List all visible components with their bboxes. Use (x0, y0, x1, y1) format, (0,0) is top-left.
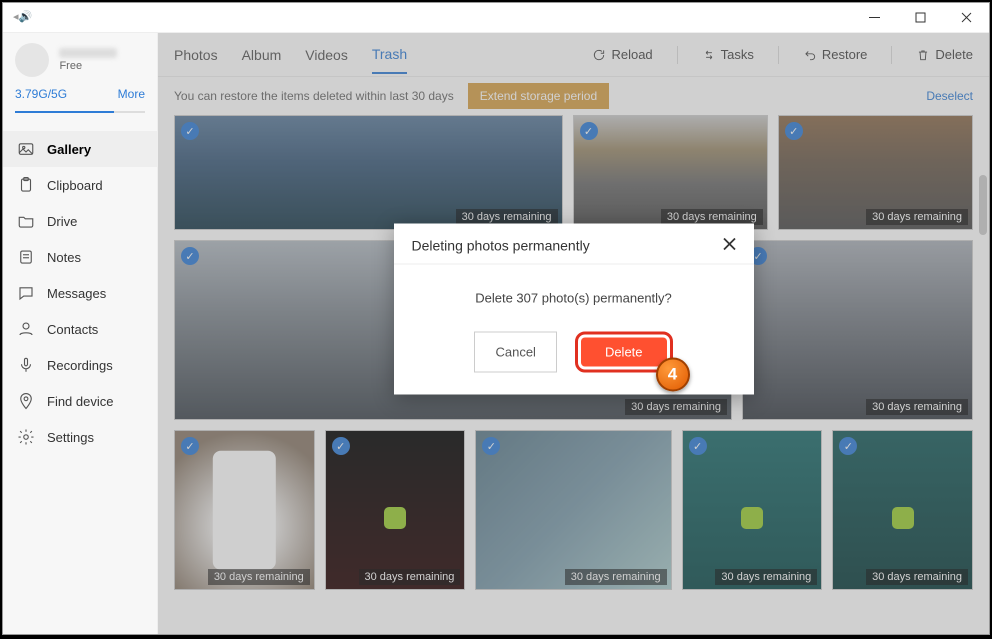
close-window-button[interactable] (943, 3, 989, 33)
photo-thumb[interactable]: ✓ 30 days remaining (174, 115, 563, 230)
remaining-badge: 30 days remaining (456, 209, 558, 225)
cancel-button[interactable]: Cancel (474, 332, 556, 373)
extend-storage-button[interactable]: Extend storage period (468, 83, 609, 109)
notes-icon (17, 248, 35, 266)
sidebar-item-label: Find device (47, 394, 113, 409)
sidebar-item-contacts[interactable]: Contacts (3, 311, 157, 347)
photo-thumb[interactable]: ✓ 30 days remaining (832, 430, 973, 590)
tab-album[interactable]: Album (242, 47, 282, 73)
sidebar-item-gallery[interactable]: Gallery (3, 131, 157, 167)
main-content: Photos Album Videos Trash Reload Tasks R… (158, 33, 989, 634)
sidebar-item-label: Gallery (47, 142, 91, 157)
remaining-badge: 30 days remaining (715, 569, 817, 585)
sidebar-item-label: Notes (47, 250, 81, 265)
deselect-link[interactable]: Deselect (926, 89, 973, 103)
delete-confirm-modal: Deleting photos permanently Delete 307 p… (394, 224, 754, 395)
sidebar-item-drive[interactable]: Drive (3, 203, 157, 239)
check-icon[interactable]: ✓ (839, 437, 857, 455)
sidebar-item-label: Recordings (47, 358, 113, 373)
user-plan: Free (59, 60, 117, 72)
check-icon[interactable]: ✓ (181, 122, 199, 140)
sidebar: Free 3.79G/5G More Gallery Clipboard (3, 33, 158, 634)
sidebar-item-label: Messages (47, 286, 106, 301)
tab-videos[interactable]: Videos (305, 47, 348, 73)
sidebar-item-label: Contacts (47, 322, 98, 337)
photo-thumb[interactable]: ✓ 30 days remaining (325, 430, 466, 590)
photo-thumb[interactable]: ✓ 30 days remaining (778, 115, 973, 230)
step-badge: 4 (656, 358, 690, 392)
remaining-badge: 30 days remaining (866, 569, 968, 585)
sidebar-item-notes[interactable]: Notes (3, 239, 157, 275)
remaining-badge: 30 days remaining (359, 569, 461, 585)
image-icon (17, 140, 35, 158)
tasks-button[interactable]: Tasks (702, 47, 754, 62)
sidebar-item-messages[interactable]: Messages (3, 275, 157, 311)
info-message: You can restore the items deleted within… (174, 89, 454, 103)
user-name (59, 48, 117, 58)
photo-thumb[interactable]: ✓ 30 days remaining (682, 430, 823, 590)
app-window: ◂🔊 Free 3.79G/5G More Gallery (2, 2, 990, 635)
remaining-badge: 30 days remaining (661, 209, 763, 225)
message-icon (17, 284, 35, 302)
check-icon[interactable]: ✓ (181, 247, 199, 265)
sidebar-item-recordings[interactable]: Recordings (3, 347, 157, 383)
storage-usage: 3.79G/5G (15, 87, 67, 101)
check-icon[interactable]: ✓ (181, 437, 199, 455)
speaker-icon: ◂🔊 (13, 10, 32, 23)
sidebar-item-clipboard[interactable]: Clipboard (3, 167, 157, 203)
info-bar: You can restore the items deleted within… (158, 77, 989, 115)
check-icon[interactable]: ✓ (482, 437, 500, 455)
confirm-delete-button[interactable]: Delete (581, 338, 667, 367)
photo-thumb[interactable]: ✓30 days remaining (742, 240, 973, 420)
tab-trash[interactable]: Trash (372, 46, 407, 74)
photo-thumb[interactable]: ✓ 30 days remaining (475, 430, 671, 590)
storage-bar (15, 111, 145, 113)
tabs-row: Photos Album Videos Trash Reload Tasks R… (158, 33, 989, 77)
location-icon (17, 392, 35, 410)
delete-button[interactable]: Delete (916, 47, 973, 62)
scrollbar[interactable] (979, 175, 987, 235)
sidebar-item-label: Drive (47, 214, 77, 229)
check-icon[interactable]: ✓ (332, 437, 350, 455)
storage-more-link[interactable]: More (118, 87, 145, 101)
remaining-badge: 30 days remaining (565, 569, 667, 585)
avatar[interactable] (15, 43, 49, 77)
modal-close-button[interactable] (723, 238, 736, 254)
user-block: Free (3, 33, 157, 83)
delete-highlight: Delete 4 (575, 332, 673, 373)
photo-thumb[interactable]: ✓ 30 days remaining (174, 430, 315, 590)
sidebar-item-label: Clipboard (47, 178, 103, 193)
photo-thumb[interactable]: ✓ 30 days remaining (573, 115, 768, 230)
folder-icon (17, 212, 35, 230)
remaining-badge: 30 days remaining (866, 209, 968, 225)
check-icon[interactable]: ✓ (689, 437, 707, 455)
mic-icon (17, 356, 35, 374)
sidebar-item-settings[interactable]: Settings (3, 419, 157, 455)
reload-button[interactable]: Reload (592, 47, 652, 62)
titlebar: ◂🔊 (3, 3, 989, 33)
remaining-badge: 30 days remaining (625, 399, 727, 415)
remaining-badge: 30 days remaining (866, 399, 968, 415)
user-icon (17, 320, 35, 338)
gear-icon (17, 428, 35, 446)
sidebar-item-find-device[interactable]: Find device (3, 383, 157, 419)
restore-button[interactable]: Restore (803, 47, 868, 62)
modal-title: Deleting photos permanently (412, 238, 590, 254)
check-icon[interactable]: ✓ (785, 122, 803, 140)
modal-body: Delete 307 photo(s) permanently? (394, 265, 754, 332)
maximize-button[interactable] (897, 3, 943, 33)
check-icon[interactable]: ✓ (580, 122, 598, 140)
minimize-button[interactable] (851, 3, 897, 33)
remaining-badge: 30 days remaining (208, 569, 310, 585)
sidebar-item-label: Settings (47, 430, 94, 445)
sidebar-nav: Gallery Clipboard Drive Notes Messages (3, 127, 157, 634)
tab-photos[interactable]: Photos (174, 47, 218, 73)
clipboard-icon (17, 176, 35, 194)
